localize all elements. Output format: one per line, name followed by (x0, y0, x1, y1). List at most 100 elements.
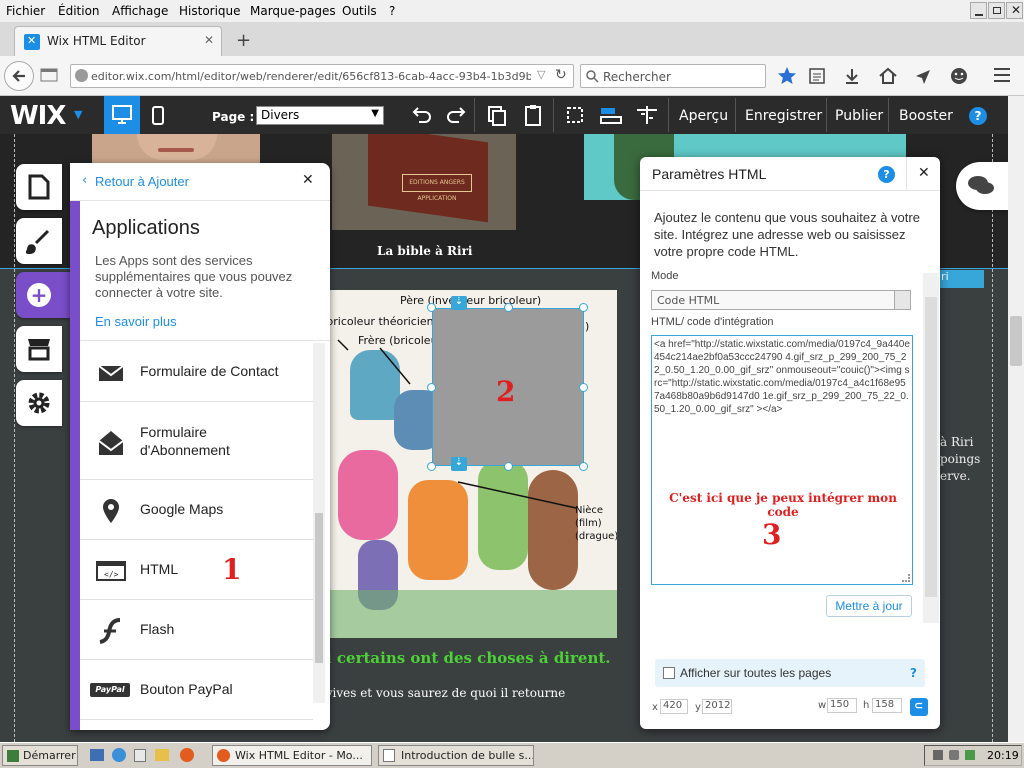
mode-select[interactable]: Code HTML (651, 290, 911, 310)
lock-ratio-icon[interactable]: ⊂ (910, 698, 928, 716)
menu-historique[interactable]: Historique (179, 4, 241, 18)
add-button[interactable]: + (16, 272, 70, 318)
hamburger-menu-icon[interactable] (993, 67, 1011, 83)
app-item-contact-form[interactable]: Formulaire de Contact (80, 343, 313, 402)
help-button[interactable]: ? (969, 107, 987, 125)
share-icon[interactable] (914, 67, 932, 85)
resize-handle[interactable] (579, 303, 588, 312)
panel-scrollbar[interactable] (313, 343, 325, 703)
panel-header: ‹ Retour à Ajouter ✕ (70, 163, 330, 201)
app-market-button[interactable] (16, 326, 62, 372)
resize-handle[interactable] (427, 303, 436, 312)
new-tab-button[interactable]: + (236, 30, 251, 51)
resize-grip-icon[interactable] (902, 574, 910, 582)
resize-handle[interactable] (504, 303, 513, 312)
mobile-view-button[interactable] (146, 100, 170, 130)
html-component-selected[interactable]: 2 (432, 308, 584, 466)
menu-fichier[interactable]: Fichier (6, 4, 45, 18)
close-icon[interactable]: ✕ (302, 172, 314, 188)
x-field[interactable]: 420 (660, 699, 688, 714)
menu-marque-pages[interactable]: Marque-pages (250, 4, 336, 18)
gridlines-icon[interactable] (560, 100, 590, 130)
bookmark-star-icon[interactable] (777, 66, 797, 86)
url-bar[interactable]: editor.wix.com/html/editor/web/renderer/… (70, 64, 574, 88)
publish-button[interactable]: Publier (835, 108, 883, 124)
close-window-button[interactable]: ✕ (1006, 2, 1023, 19)
start-button[interactable]: Démarrer (2, 745, 78, 766)
home-icon[interactable] (878, 66, 898, 86)
booster-button[interactable]: Booster (899, 108, 953, 124)
app-item-flash[interactable]: Flash (80, 601, 313, 660)
document-icon[interactable] (134, 749, 146, 762)
menu-affichage[interactable]: Affichage (112, 4, 168, 18)
show-all-pages-checkbox[interactable] (663, 667, 675, 679)
app-item-html[interactable]: </> HTML 1 (80, 541, 313, 600)
search-bar[interactable]: Rechercher (580, 64, 766, 88)
redo-icon[interactable] (442, 100, 472, 130)
firefox-icon[interactable] (180, 748, 194, 762)
resize-handle[interactable] (579, 383, 588, 392)
desktop-view-button[interactable] (104, 96, 140, 134)
taskbar-task-firefox[interactable]: Wix HTML Editor - Mo... (212, 745, 372, 766)
chat-button[interactable] (956, 162, 1008, 210)
app-item-label: Bouton PayPal (140, 681, 233, 697)
settings-button[interactable] (16, 380, 62, 426)
ruler-icon[interactable] (632, 100, 662, 130)
menu-outils[interactable]: Outils (342, 4, 377, 18)
learn-more-link[interactable]: En savoir plus (95, 314, 177, 329)
close-tab-icon[interactable]: ✕ (204, 33, 214, 47)
h-label: h (863, 700, 870, 711)
show-all-pages-help-icon[interactable]: ? (910, 666, 917, 680)
resize-handle[interactable] (504, 462, 513, 471)
preview-button[interactable]: Aperçu (679, 108, 728, 124)
desktop-icon[interactable] (90, 749, 104, 761)
settings-scrollbar[interactable] (923, 273, 939, 623)
resize-handle[interactable] (427, 383, 436, 392)
app-item-google-maps[interactable]: Google Maps (80, 481, 313, 540)
taskbar: Démarrer Wix HTML Editor - Mo... Introdu… (0, 742, 1024, 768)
ie-icon[interactable] (112, 748, 126, 762)
download-icon[interactable] (843, 67, 861, 85)
resize-handle[interactable] (579, 462, 588, 471)
h-field[interactable]: 158 (872, 698, 902, 713)
folder-icon[interactable] (155, 749, 169, 761)
volume-icon[interactable] (949, 750, 959, 760)
tray-app-icon[interactable] (965, 750, 975, 760)
paste-icon[interactable] (518, 100, 548, 130)
taskbar-task-document[interactable]: Introduction de bulle s... (378, 745, 534, 766)
resize-handle[interactable] (427, 462, 436, 471)
dropdown-arrow-icon[interactable]: ▽ (537, 68, 545, 81)
reload-icon[interactable]: ↻ (555, 67, 567, 83)
settings-help-button[interactable]: ? (878, 166, 895, 183)
minimize-button[interactable] (970, 2, 987, 19)
undo-icon[interactable] (406, 100, 436, 130)
page-selector[interactable]: Divers ▼ (256, 106, 384, 125)
wix-menu-chevron-icon[interactable]: ▼ (74, 108, 82, 121)
menu-edition[interactable]: Édition (58, 4, 100, 18)
back-to-add-link[interactable]: Retour à Ajouter (95, 174, 189, 189)
app-item-paypal[interactable]: PayPal Bouton PayPal (80, 661, 313, 720)
page-info-icon[interactable] (40, 68, 58, 82)
anchor-top-icon[interactable]: ⇣ (451, 296, 467, 310)
code-textarea[interactable]: <a href="http://static.wixstatic.com/med… (651, 335, 913, 585)
app-item-subscribe-form[interactable]: Formulaire d'Abonnement (80, 403, 313, 480)
restore-button[interactable] (988, 2, 1005, 19)
smiley-icon[interactable] (949, 66, 969, 86)
anchor-bottom-icon[interactable]: ⇣ (451, 457, 467, 471)
reading-list-icon[interactable] (808, 67, 826, 85)
save-button[interactable]: Enregistrer (745, 108, 822, 124)
back-button[interactable] (4, 61, 34, 91)
pages-button[interactable] (16, 164, 62, 210)
design-button[interactable] (16, 218, 62, 264)
w-field[interactable]: 150 (827, 698, 857, 713)
settings-close-icon[interactable]: ✕ (918, 165, 930, 181)
back-chevron-icon[interactable]: ‹ (82, 173, 87, 188)
browser-tab[interactable]: ✕ Wix HTML Editor ✕ (14, 26, 222, 56)
copy-icon[interactable] (482, 100, 512, 130)
network-icon[interactable] (933, 750, 943, 760)
page-scrollbar[interactable] (1008, 96, 1024, 742)
update-button[interactable]: Mettre à jour (826, 595, 912, 617)
snap-align-icon[interactable] (596, 100, 626, 130)
menu-help[interactable]: ? (389, 4, 395, 18)
y-field[interactable]: 2012 (702, 699, 732, 714)
